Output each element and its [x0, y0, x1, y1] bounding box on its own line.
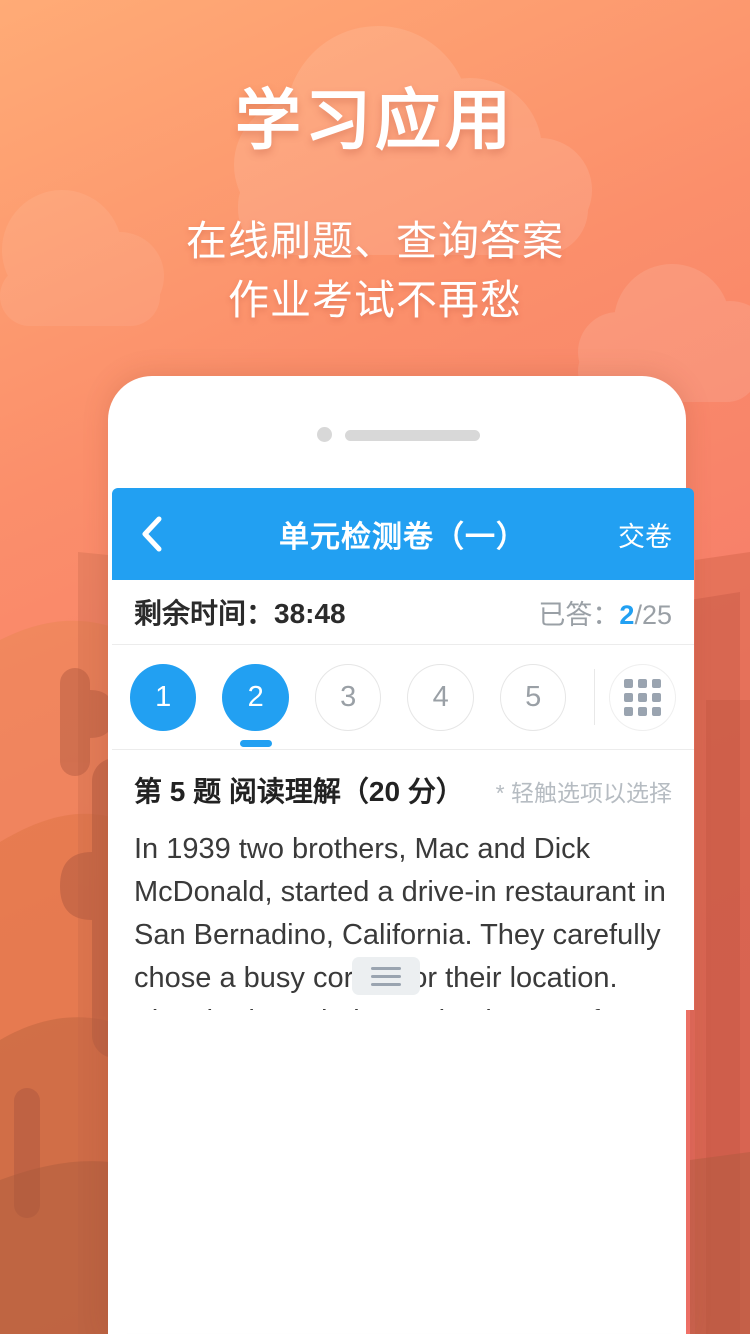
promo-sublines: 在线刷题、查询答案 作业考试不再愁	[0, 212, 750, 331]
pager-item-label: 3	[340, 680, 357, 713]
pager-divider	[594, 669, 596, 725]
pager-item-2[interactable]: 2	[222, 663, 289, 747]
answered-count: 已答：2/25	[538, 593, 672, 632]
chevron-left-icon[interactable]	[134, 516, 168, 552]
camera-dot-icon	[317, 427, 332, 442]
pager-active-indicator	[239, 739, 272, 747]
app-screen: 单元检测卷（一） 交卷 剩余时间：38:48 已答：2/25 1 2 3 4 5…	[112, 488, 694, 1010]
pager-item-5[interactable]: 5	[499, 663, 567, 731]
promo-headline: 学习应用	[235, 83, 515, 157]
answered-total: /25	[634, 599, 672, 630]
pager-item-label: 5	[525, 680, 542, 713]
question-meta: 第 5 题 阅读理解（20 分） * 轻触选项以选择	[112, 750, 694, 818]
pager-item-1[interactable]: 1	[130, 663, 197, 731]
pager-item-3[interactable]: 3	[314, 663, 382, 731]
promo-subline-1: 在线刷题、查询答案	[186, 218, 564, 264]
speaker-grille-icon	[345, 430, 480, 441]
phone-mockup: 单元检测卷（一） 交卷 剩余时间：38:48 已答：2/25 1 2 3 4 5…	[108, 376, 694, 1334]
remaining-time-value: 38:48	[274, 598, 346, 629]
remaining-time: 剩余时间：38:48	[134, 592, 346, 632]
timer-bar: 剩余时间：38:48 已答：2/25	[112, 580, 694, 645]
question-hint: * 轻触选项以选择	[495, 780, 672, 806]
grid-dots-icon[interactable]	[609, 663, 676, 731]
pager-item-label: 2	[247, 680, 264, 713]
submit-exam-button[interactable]: 交卷	[618, 515, 672, 554]
pager-item-label: 4	[432, 680, 449, 713]
ground-band-right	[690, 1152, 750, 1334]
drag-handle-icon[interactable]	[352, 957, 420, 995]
answered-label: 已答：	[538, 599, 620, 630]
app-bar: 单元检测卷（一） 交卷	[112, 488, 694, 580]
page-title: 单元检测卷（一）	[279, 521, 527, 554]
promo-subline-2: 作业考试不再愁	[228, 277, 522, 324]
pager-item-4[interactable]: 4	[407, 663, 474, 731]
promo-stage: 学习应用 在线刷题、查询答案 作业考试不再愁 单元检测卷（一） 交卷 剩余时间：…	[0, 0, 750, 1334]
reading-passage: In 1939 two brothers, Mac and Dick McDon…	[112, 818, 694, 1010]
pager-item-label: 1	[155, 680, 172, 713]
answered-value: 2	[619, 599, 635, 630]
question-title: 第 5 题 阅读理解（20 分）	[134, 776, 464, 807]
remaining-time-label: 剩余时间：	[134, 598, 275, 629]
question-pager: 1 2 3 4 5	[112, 645, 694, 750]
